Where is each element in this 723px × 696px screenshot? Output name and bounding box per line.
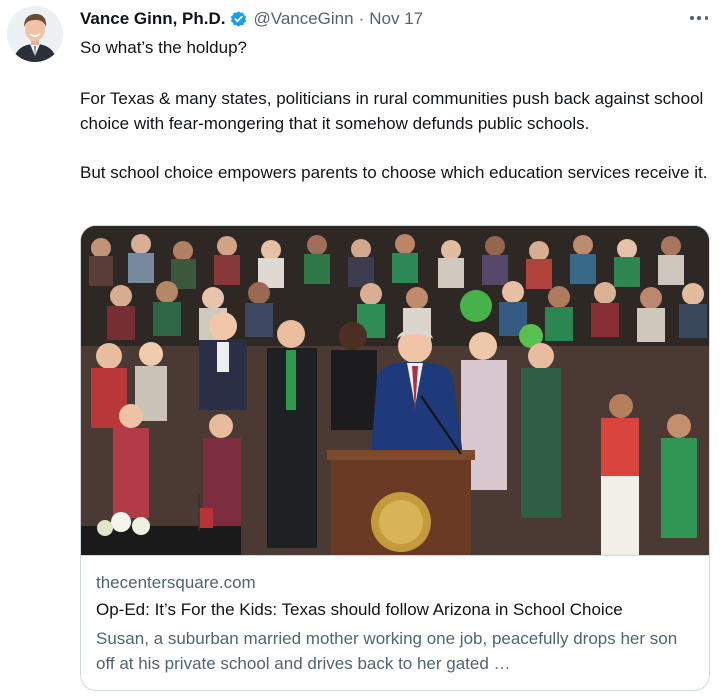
author-display-name[interactable]: Vance Ginn, Ph.D. — [80, 9, 225, 29]
tweet-date[interactable]: Nov 17 — [369, 9, 423, 29]
more-options-icon[interactable] — [686, 9, 712, 27]
verified-badge-icon — [229, 10, 248, 29]
author-handle[interactable]: @VanceGinn — [253, 9, 353, 29]
link-description: Susan, a suburban married mother working… — [96, 629, 678, 673]
link-preview-meta: thecentersquare.com Op-Ed: It’s For the … — [81, 555, 709, 690]
tweet-text-paragraph: But school choice empowers parents to ch… — [80, 163, 708, 182]
link-preview-card[interactable]: thecentersquare.com Op-Ed: It’s For the … — [80, 225, 710, 691]
tweet[interactable]: Vance Ginn, Ph.D. @VanceGinn · Nov 17 So… — [0, 0, 723, 696]
tweet-text-paragraph: So what’s the holdup? — [80, 38, 247, 57]
link-preview-image[interactable] — [81, 226, 709, 555]
tweet-text-paragraph: For Texas & many states, politicians in … — [80, 89, 704, 133]
link-domain: thecentersquare.com — [96, 573, 256, 592]
avatar[interactable] — [7, 6, 63, 62]
tweet-header: Vance Ginn, Ph.D. @VanceGinn · Nov 17 — [80, 8, 423, 30]
link-title[interactable]: Op-Ed: It’s For the Kids: Texas should f… — [96, 600, 623, 620]
separator-dot: · — [358, 9, 365, 28]
